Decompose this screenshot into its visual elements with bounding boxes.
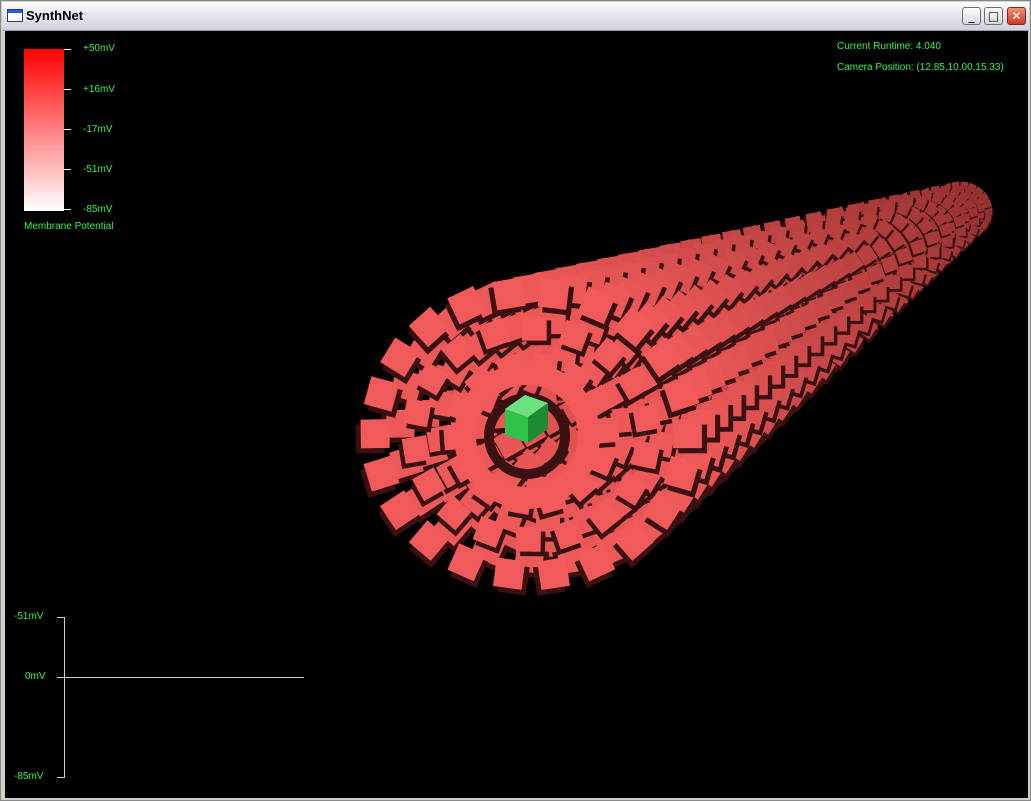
scale-caption: Membrane Potential (24, 221, 114, 232)
minimize-button[interactable]: _ (962, 7, 981, 25)
neuron-block (885, 274, 900, 290)
neuron-block (913, 255, 927, 268)
neuron-block (673, 419, 702, 449)
neuron-block (899, 265, 914, 279)
graph-tick (57, 617, 65, 618)
scale-tick (64, 129, 71, 130)
graph-baseline (57, 677, 304, 678)
title-bar[interactable]: SynthNet _ □ ✕ (2, 2, 1029, 31)
scale-label: -85mV (83, 204, 113, 215)
window-app-icon (7, 9, 23, 22)
scale-tick (64, 89, 71, 90)
neuron-block (940, 185, 951, 196)
membrane-potential-color-scale (24, 49, 64, 211)
graph-label-bottom: -85mV (14, 771, 44, 782)
neuron-block (401, 435, 431, 464)
neuron-3d-scene (355, 181, 994, 596)
neuron-block (632, 403, 662, 433)
neuron-block (492, 557, 526, 590)
scale-label: +50mV (83, 43, 115, 54)
app-window: SynthNet _ □ ✕ Current Runtime: 4.040 Ca… (0, 0, 1031, 801)
scale-label: +16mV (83, 84, 115, 95)
runtime-readout: Current Runtime: 4.040 (837, 41, 941, 52)
graph-y-axis (64, 617, 65, 777)
scale-tick (64, 49, 71, 50)
window-title: SynthNet (26, 8, 84, 23)
neuron-block (515, 526, 541, 552)
neuron-block (537, 277, 570, 310)
neuron-block (631, 440, 661, 470)
graph-tick (57, 777, 65, 778)
camera-position-readout: Camera Position: (12.85,10.00,15.33) (837, 62, 1004, 73)
neuron-block (360, 419, 390, 449)
graph-label-top: -51mV (14, 611, 44, 622)
neuron-block (976, 204, 985, 213)
scale-tick (64, 209, 71, 210)
graph-label-zero: 0mV (25, 671, 46, 682)
scale-tick (64, 169, 71, 170)
neuron-block (927, 245, 940, 258)
close-button[interactable]: ✕ (1007, 7, 1026, 25)
render-viewport[interactable]: Current Runtime: 4.040 Camera Position: … (5, 31, 1028, 798)
neuron-block (402, 398, 432, 428)
neuron-block (537, 557, 570, 591)
maximize-button[interactable]: □ (984, 7, 1003, 25)
scale-label: -51mV (83, 164, 113, 175)
neuron-block (492, 277, 526, 311)
neuron-block (521, 315, 547, 341)
scale-label: -17mV (83, 124, 113, 135)
